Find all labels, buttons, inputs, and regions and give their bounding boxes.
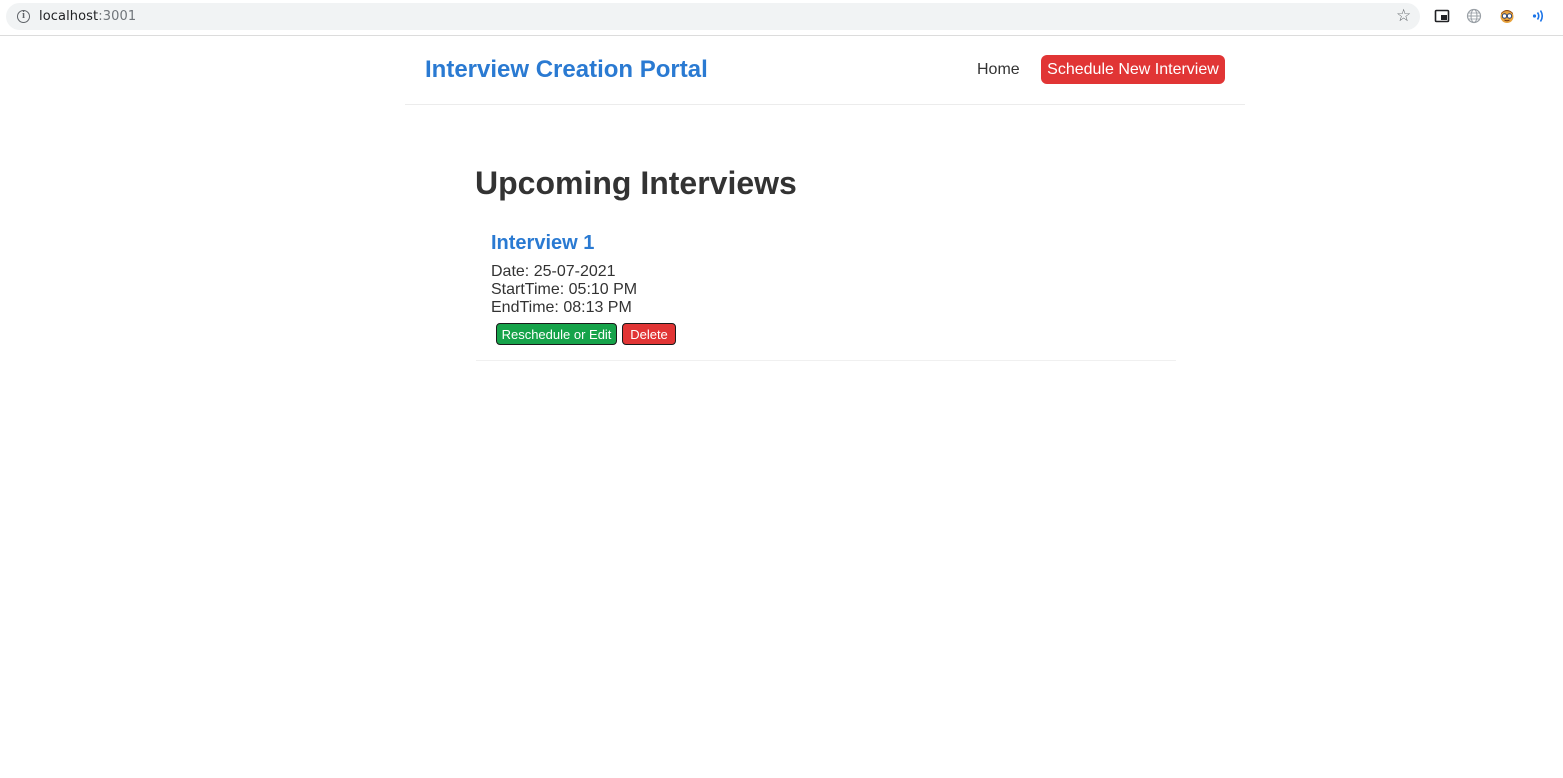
extension-face-icon[interactable] <box>1499 8 1515 24</box>
interview-date: Date: 25-07-2021 <box>491 263 616 280</box>
browser-toolbar: i localhost:3001 ☆ <box>0 0 1563 36</box>
url-port: :3001 <box>98 9 137 24</box>
url-host: localhost <box>39 9 99 24</box>
info-icon[interactable]: i <box>17 10 30 23</box>
star-icon[interactable]: ☆ <box>1396 6 1411 26</box>
picture-in-picture-icon[interactable] <box>1434 8 1450 24</box>
interview-title: Interview 1 <box>491 232 595 254</box>
page-title: Upcoming Interviews <box>475 165 797 201</box>
nav-home-link[interactable]: Home <box>977 61 1020 79</box>
address-bar[interactable]: i localhost:3001 ☆ <box>6 3 1420 30</box>
brand-title[interactable]: Interview Creation Portal <box>425 56 708 84</box>
cast-icon[interactable] <box>1531 8 1547 24</box>
interview-start-time: StartTime: 05:10 PM <box>491 281 638 298</box>
globe-icon[interactable] <box>1466 8 1482 24</box>
schedule-new-interview-button[interactable]: Schedule New Interview <box>1041 55 1225 84</box>
url-text[interactable]: localhost:3001 <box>39 9 136 24</box>
app-header: Interview Creation Portal Home Schedule … <box>405 36 1245 105</box>
delete-button[interactable]: Delete <box>622 323 676 345</box>
interview-end-time: EndTime: 08:13 PM <box>491 299 632 316</box>
interview-card: Interview 1 Date: 25-07-2021 StartTime: … <box>476 226 1176 361</box>
reschedule-edit-button[interactable]: Reschedule or Edit <box>496 323 617 345</box>
